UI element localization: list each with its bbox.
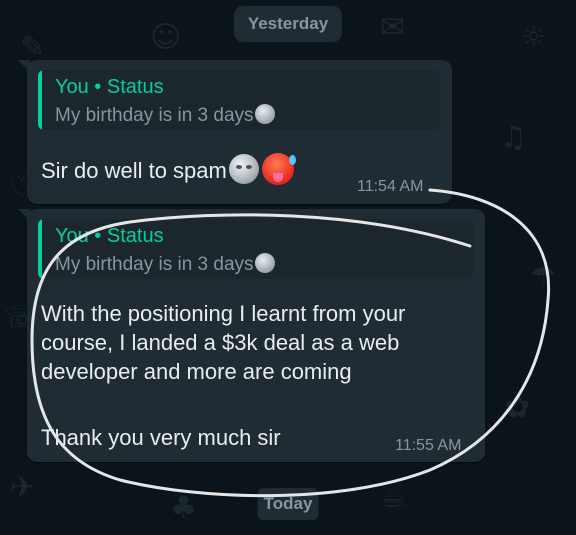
- message-timestamp: 11:54 AM: [357, 178, 424, 195]
- quote-text: My birthday is in 3 days: [55, 104, 275, 127]
- hot-face-emoji-icon: [261, 153, 296, 185]
- message-line: developer and more are coming: [41, 359, 352, 384]
- message-timestamp: 11:55 AM: [395, 437, 462, 454]
- date-label: Today: [263, 494, 313, 513]
- bubble-tail: [18, 60, 30, 72]
- message-text: With the positioning I learnt from your …: [41, 299, 405, 386]
- message-text-content: Sir do well to spam: [41, 158, 227, 183]
- moon-face-emoji-icon: [228, 154, 259, 184]
- quote-text: My birthday is in 3 days: [55, 253, 275, 276]
- message-bubble[interactable]: You • Status My birthday is in 3 days Wi…: [18, 209, 485, 462]
- moon-face-emoji-icon: [254, 104, 275, 124]
- date-separator-yesterday: Yesterday: [233, 6, 343, 42]
- quoted-status-reply[interactable]: You • Status My birthday is in 3 days: [38, 219, 473, 279]
- message-text: Sir do well to spam: [41, 153, 296, 185]
- moon-face-emoji-icon: [254, 253, 275, 273]
- message-line: course, I landed a $3k deal as a web: [41, 330, 400, 355]
- date-separator-today: Today: [257, 488, 319, 520]
- bubble-tail: [18, 209, 30, 221]
- quote-title: You • Status: [55, 76, 164, 98]
- quote-text-content: My birthday is in 3 days: [55, 105, 254, 126]
- quote-title: You • Status: [55, 225, 164, 247]
- quoted-status-reply[interactable]: You • Status My birthday is in 3 days: [38, 70, 440, 130]
- message-line: With the positioning I learnt from your: [41, 301, 406, 326]
- quote-text-content: My birthday is in 3 days: [55, 254, 254, 275]
- message-text-closing: Thank you very much sir: [41, 425, 281, 450]
- message-bubble[interactable]: You • Status My birthday is in 3 days Si…: [18, 60, 452, 204]
- date-label: Yesterday: [247, 14, 329, 33]
